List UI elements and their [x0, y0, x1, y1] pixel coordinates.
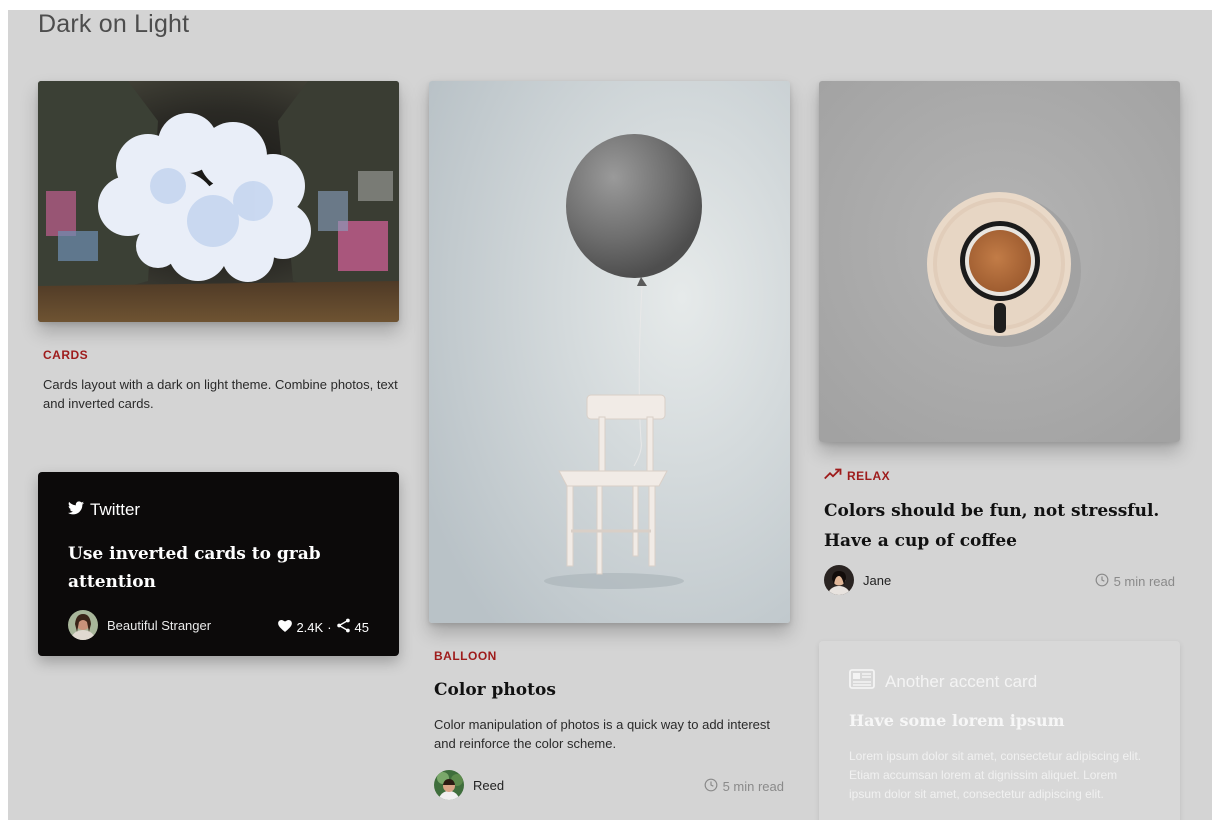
balloon-read-time-label: 5 min read: [722, 779, 784, 794]
balloon-author[interactable]: Reed: [434, 770, 504, 800]
avatar: [824, 565, 854, 595]
twitter-bird-icon: [68, 500, 84, 520]
cards-category-label[interactable]: CARDS: [43, 348, 88, 362]
newspaper-icon: [849, 669, 875, 694]
relax-read-time-label: 5 min read: [1113, 574, 1175, 589]
accent-card-title[interactable]: Have some lorem ipsum: [849, 711, 1065, 730]
balloon-author-name: Reed: [473, 777, 505, 793]
twitter-card-title[interactable]: Use inverted cards to grab attention: [68, 540, 368, 596]
page-title: Dark on Light: [38, 10, 190, 38]
accent-card-brand: Another accent card: [849, 669, 1037, 694]
accent-card[interactable]: Another accent card Have some lorem ipsu…: [819, 641, 1180, 820]
clock-icon: [1095, 573, 1109, 590]
twitter-brand-label: Twitter: [90, 500, 141, 519]
relax-author-name: Jane: [863, 572, 892, 588]
twitter-card[interactable]: Twitter Use inverted cards to grab atten…: [38, 472, 399, 656]
avatar: [434, 770, 464, 800]
twitter-stats: 2.4K · 45: [278, 618, 369, 636]
balloon-description: Color manipulation of photos is a quick …: [434, 717, 771, 751]
accent-card-brand-label: Another accent card: [885, 671, 1038, 691]
balloon-read-time: 5 min read: [704, 778, 784, 795]
share-icon[interactable]: [336, 618, 351, 636]
relax-read-time: 5 min read: [1095, 573, 1175, 590]
stats-separator: ·: [327, 619, 332, 635]
shares-count: 45: [354, 619, 369, 635]
smoke-tunnel-photo[interactable]: [38, 81, 399, 322]
relax-author[interactable]: Jane: [824, 565, 891, 595]
coffee-cup-photo[interactable]: [819, 81, 1180, 442]
heart-icon[interactable]: [278, 619, 293, 635]
accent-card-body: Lorem ipsum dolor sit amet, consectetur …: [849, 749, 1142, 801]
relax-category-label: RELAX: [847, 468, 891, 483]
balloon-card-title[interactable]: Color photos: [434, 680, 556, 700]
twitter-author-name: Beautiful Stranger: [107, 617, 212, 633]
balloon-category-label[interactable]: BALLOON: [434, 649, 497, 663]
twitter-brand: Twitter: [68, 500, 140, 520]
cards-description: Cards layout with a dark on light theme.…: [43, 377, 398, 411]
clock-icon: [704, 778, 718, 795]
balloon-chair-photo[interactable]: [429, 81, 790, 623]
trending-up-icon: [824, 468, 842, 483]
avatar: [68, 610, 98, 640]
likes-count: 2.4K: [296, 619, 324, 635]
twitter-card-author[interactable]: Beautiful Stranger: [68, 610, 211, 640]
relax-card-title[interactable]: Colors should be fun, not stressful. Hav…: [824, 496, 1180, 556]
page: Dark on Light CARDS Cards layout with a …: [8, 10, 1212, 820]
relax-category[interactable]: RELAX: [824, 468, 890, 483]
